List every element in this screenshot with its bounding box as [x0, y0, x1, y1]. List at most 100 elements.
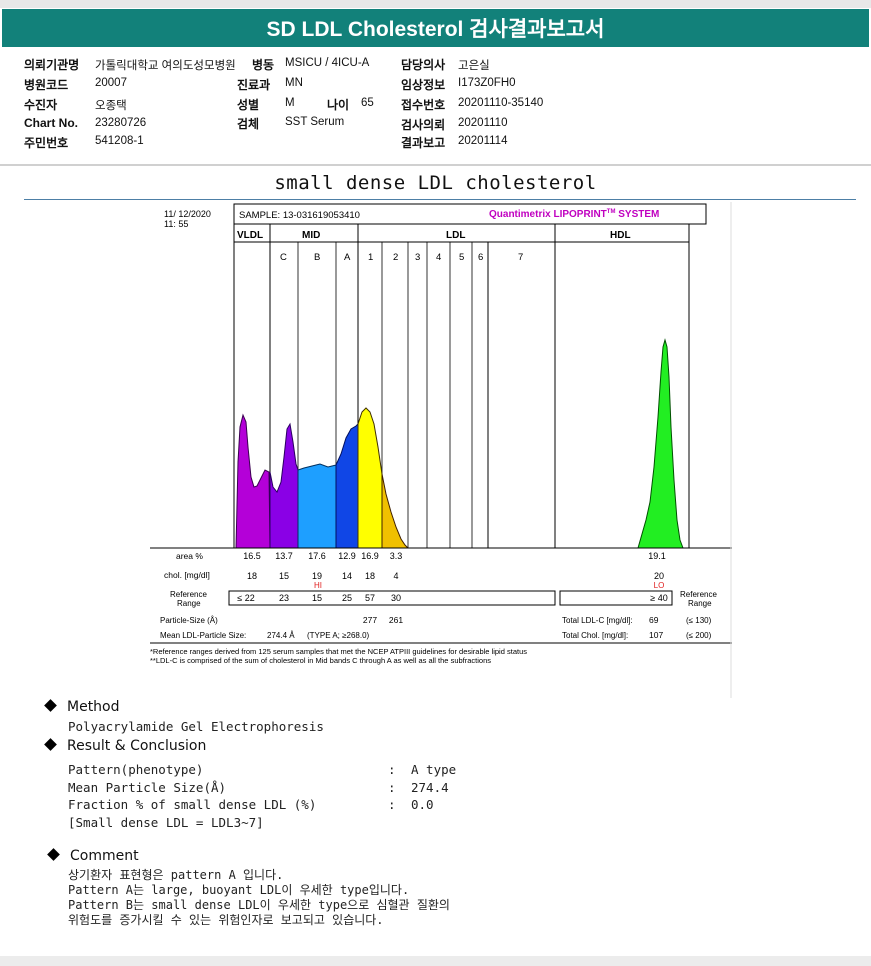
fig-time: 11: 55	[164, 219, 188, 229]
result-label: Pattern(phenotype)	[68, 762, 204, 777]
band-label: 4	[436, 252, 441, 263]
dept-label: 진료과	[237, 78, 271, 92]
band-label: A	[344, 252, 351, 263]
flag-hi: HI	[314, 581, 322, 590]
ref-value: ≤ 22	[237, 593, 254, 603]
band-label: 3	[415, 252, 420, 263]
footnote-1: *Reference ranges derived from 125 serum…	[150, 647, 527, 656]
result-heading: Result & Conclusion	[44, 738, 206, 754]
mean-size-value: 274.4 Å	[267, 631, 295, 640]
comment-line: 위험도를 증가시킬 수 있는 위험인자로 보고되고 있습니다.	[68, 913, 384, 927]
ref-value: 57	[365, 593, 375, 603]
diamond-bullet-icon	[47, 848, 60, 861]
area-value: 17.6	[308, 551, 326, 561]
area-value: 16.9	[361, 551, 379, 561]
band-label: 1	[368, 252, 373, 263]
doctor-value: 고은실	[458, 60, 490, 72]
reported-label: 결과보고	[401, 136, 446, 150]
area-value: 13.7	[275, 551, 293, 561]
method-heading: Method	[44, 699, 120, 715]
specimen-label: 검체	[237, 117, 260, 131]
ref-right-label-2: Range	[688, 599, 712, 608]
band-label: 6	[478, 252, 483, 263]
fig-area-values: 16.5 13.7 17.6 12.9 16.9 3.3 19.1	[243, 551, 666, 561]
chol-value: 18	[247, 571, 257, 581]
ref-value: ≥ 40	[650, 593, 667, 603]
ref-right-label-1: Reference	[680, 590, 717, 599]
flag-lo: LO	[654, 581, 665, 590]
row-ref-label-2: Range	[177, 599, 201, 608]
id-label: 주민번호	[24, 136, 69, 150]
row-chol-label: chol. [mg/dl]	[164, 570, 210, 580]
method-text: Polyacrylamide Gel Electrophoresis	[68, 719, 324, 734]
code-label: 병원코드	[24, 78, 69, 92]
band-label: 2	[393, 252, 398, 263]
total-chol-label: Total Chol. [mg/dl]:	[562, 631, 628, 640]
result-colon: :	[388, 762, 396, 777]
hospital-value: 가톨릭대학교 여의도성모병원	[95, 60, 236, 72]
window-bottom-border	[0, 956, 871, 966]
result-label: Mean Particle Size(Å)	[68, 780, 227, 795]
diamond-bullet-icon	[44, 699, 57, 712]
report-title: SD LDL Cholesterol 검사결과보고서	[2, 9, 869, 47]
fig-date: 11/ 12/2020	[164, 209, 211, 219]
peak-b	[297, 463, 337, 549]
sex-value: M	[285, 97, 295, 109]
total-chol-ref: (≤ 200)	[686, 631, 712, 640]
comment-heading: Comment	[47, 848, 139, 864]
chol-value: 19	[312, 571, 322, 581]
chol-value: 15	[279, 571, 289, 581]
clinical-value: I173Z0FH0	[458, 77, 516, 89]
ward-label: 병동	[252, 58, 275, 72]
chart-value: 23280726	[95, 117, 147, 129]
row-ref-label-1: Reference	[170, 590, 207, 599]
area-value: 16.5	[243, 551, 261, 561]
reported-value: 20201114	[458, 135, 508, 147]
chol-value: 20	[654, 571, 664, 581]
result-label: Fraction % of small dense LDL (%)	[68, 797, 317, 812]
request-label: 검사의뢰	[401, 118, 446, 132]
sex-label: 성별	[237, 98, 260, 112]
peak-hdl	[637, 338, 684, 549]
dept-value: MN	[285, 77, 303, 89]
fig-vldl-label: VLDL	[237, 230, 263, 241]
band-label: 5	[459, 252, 464, 263]
window-top-border	[0, 0, 871, 8]
band-label: C	[280, 252, 287, 263]
area-value: 19.1	[648, 551, 666, 561]
patient-value: 오종택	[95, 100, 127, 112]
age-value: 65	[361, 97, 374, 109]
result-value: A type	[411, 762, 457, 777]
result-note: [Small dense LDL = LDL3~7]	[68, 815, 264, 830]
id-value: 541208-1	[95, 135, 144, 147]
patient-label: 수진자	[24, 98, 58, 112]
age-label: 나이	[327, 98, 350, 112]
particle-size-1: 277	[363, 615, 377, 625]
section-title: small dense LDL cholesterol	[274, 172, 597, 194]
ref-value: 15	[312, 593, 322, 603]
band-label: B	[314, 252, 320, 263]
ref-value: 23	[279, 593, 289, 603]
lipoprint-svg: 11/ 12/2020 11: 55 SAMPLE: 13-0316190534…	[150, 202, 732, 698]
fig-ldl-label: LDL	[446, 230, 465, 241]
result-value: 274.4	[411, 780, 449, 795]
total-ldl-label: Total LDL-C [mg/dl]:	[562, 616, 633, 625]
result-colon: :	[388, 780, 396, 795]
footnote-2: **LDL-C is comprised of the sum of chole…	[150, 656, 491, 665]
result-value: 0.0	[411, 797, 434, 812]
area-value: 12.9	[338, 551, 356, 561]
receipt-value: 20201110-35140	[458, 97, 544, 109]
total-ldl-value: 69	[649, 615, 659, 625]
mean-size-label: Mean LDL-Particle Size:	[160, 631, 246, 640]
chart-label: Chart No.	[24, 116, 78, 130]
chol-value: 14	[342, 571, 352, 581]
ref-value: 25	[342, 593, 352, 603]
peak-vldl	[235, 413, 271, 549]
fig-hdl-label: HDL	[610, 230, 631, 241]
peak-ldl1	[357, 407, 383, 549]
hospital-label: 의뢰기관명	[24, 58, 80, 72]
fig-brand: Quantimetrix LIPOPRINTTM SYSTEM	[489, 209, 659, 220]
doctor-label: 담당의사	[401, 58, 446, 72]
clinical-label: 임상정보	[401, 78, 446, 92]
peak-c	[269, 422, 299, 549]
